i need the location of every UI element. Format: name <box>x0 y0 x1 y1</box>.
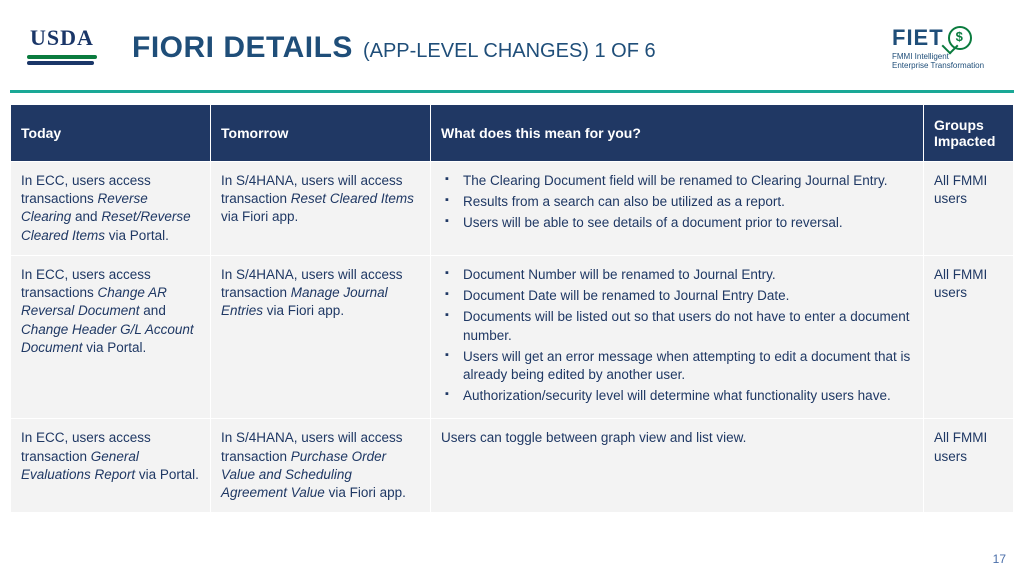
fiet-logo: FIET FMMI Intelligent Enterprise Transfo… <box>892 21 1002 76</box>
usda-logo-text: USDA <box>30 25 94 51</box>
col-today: Today <box>11 105 211 162</box>
dollar-arrow-icon <box>948 26 972 50</box>
usda-logo: USDA <box>22 21 102 76</box>
divider-rule <box>10 90 1014 93</box>
header-row: USDA FIORI DETAILS (APP-LEVEL CHANGES) 1… <box>22 18 1002 78</box>
table-header-row: Today Tomorrow What does this mean for y… <box>11 105 1014 162</box>
cell-tomorrow: In S/4HANA, users will access transactio… <box>211 162 431 256</box>
cell-today: In ECC, users access transactions Change… <box>11 255 211 419</box>
list-item: The Clearing Document field will be rena… <box>445 172 913 190</box>
list-item: Document Number will be renamed to Journ… <box>445 266 913 284</box>
page-title: FIORI DETAILS (APP-LEVEL CHANGES) 1 OF 6 <box>132 31 656 65</box>
cell-meaning: Users can toggle between graph view and … <box>431 419 924 513</box>
fiet-logo-text: FIET <box>892 25 944 51</box>
cell-today: In ECC, users access transactions Revers… <box>11 162 211 256</box>
list-item: Users will be able to see details of a d… <box>445 214 913 232</box>
table-row: In ECC, users access transactions Change… <box>11 255 1014 419</box>
title-main: FIORI DETAILS <box>132 31 353 65</box>
list-item: Documents will be listed out so that use… <box>445 308 913 344</box>
cell-groups: All FMMI users <box>924 162 1014 256</box>
cell-tomorrow: In S/4HANA, users will access transactio… <box>211 255 431 419</box>
slide: USDA FIORI DETAILS (APP-LEVEL CHANGES) 1… <box>0 0 1024 576</box>
col-groups: Groups Impacted <box>924 105 1014 162</box>
cell-groups: All FMMI users <box>924 419 1014 513</box>
cell-today: In ECC, users access transaction General… <box>11 419 211 513</box>
cell-groups: All FMMI users <box>924 255 1014 419</box>
col-tomorrow: Tomorrow <box>211 105 431 162</box>
table-row: In ECC, users access transactions Revers… <box>11 162 1014 256</box>
title-sub: (APP-LEVEL CHANGES) 1 OF 6 <box>363 40 656 63</box>
table-row: In ECC, users access transaction General… <box>11 419 1014 513</box>
list-item: Results from a search can also be utiliz… <box>445 193 913 211</box>
list-item: Authorization/security level will determ… <box>445 387 913 405</box>
cell-tomorrow: In S/4HANA, users will access transactio… <box>211 419 431 513</box>
col-meaning: What does this mean for you? <box>431 105 924 162</box>
cell-meaning: The Clearing Document field will be rena… <box>431 162 924 256</box>
fiet-logo-subtitle: FMMI Intelligent Enterprise Transformati… <box>892 53 984 71</box>
list-item: Users will get an error message when att… <box>445 348 913 384</box>
page-number: 17 <box>993 552 1006 566</box>
cell-meaning: Document Number will be renamed to Journ… <box>431 255 924 419</box>
list-item: Document Date will be renamed to Journal… <box>445 287 913 305</box>
usda-logo-swoosh-icon <box>27 53 97 71</box>
changes-table: Today Tomorrow What does this mean for y… <box>10 104 1014 513</box>
